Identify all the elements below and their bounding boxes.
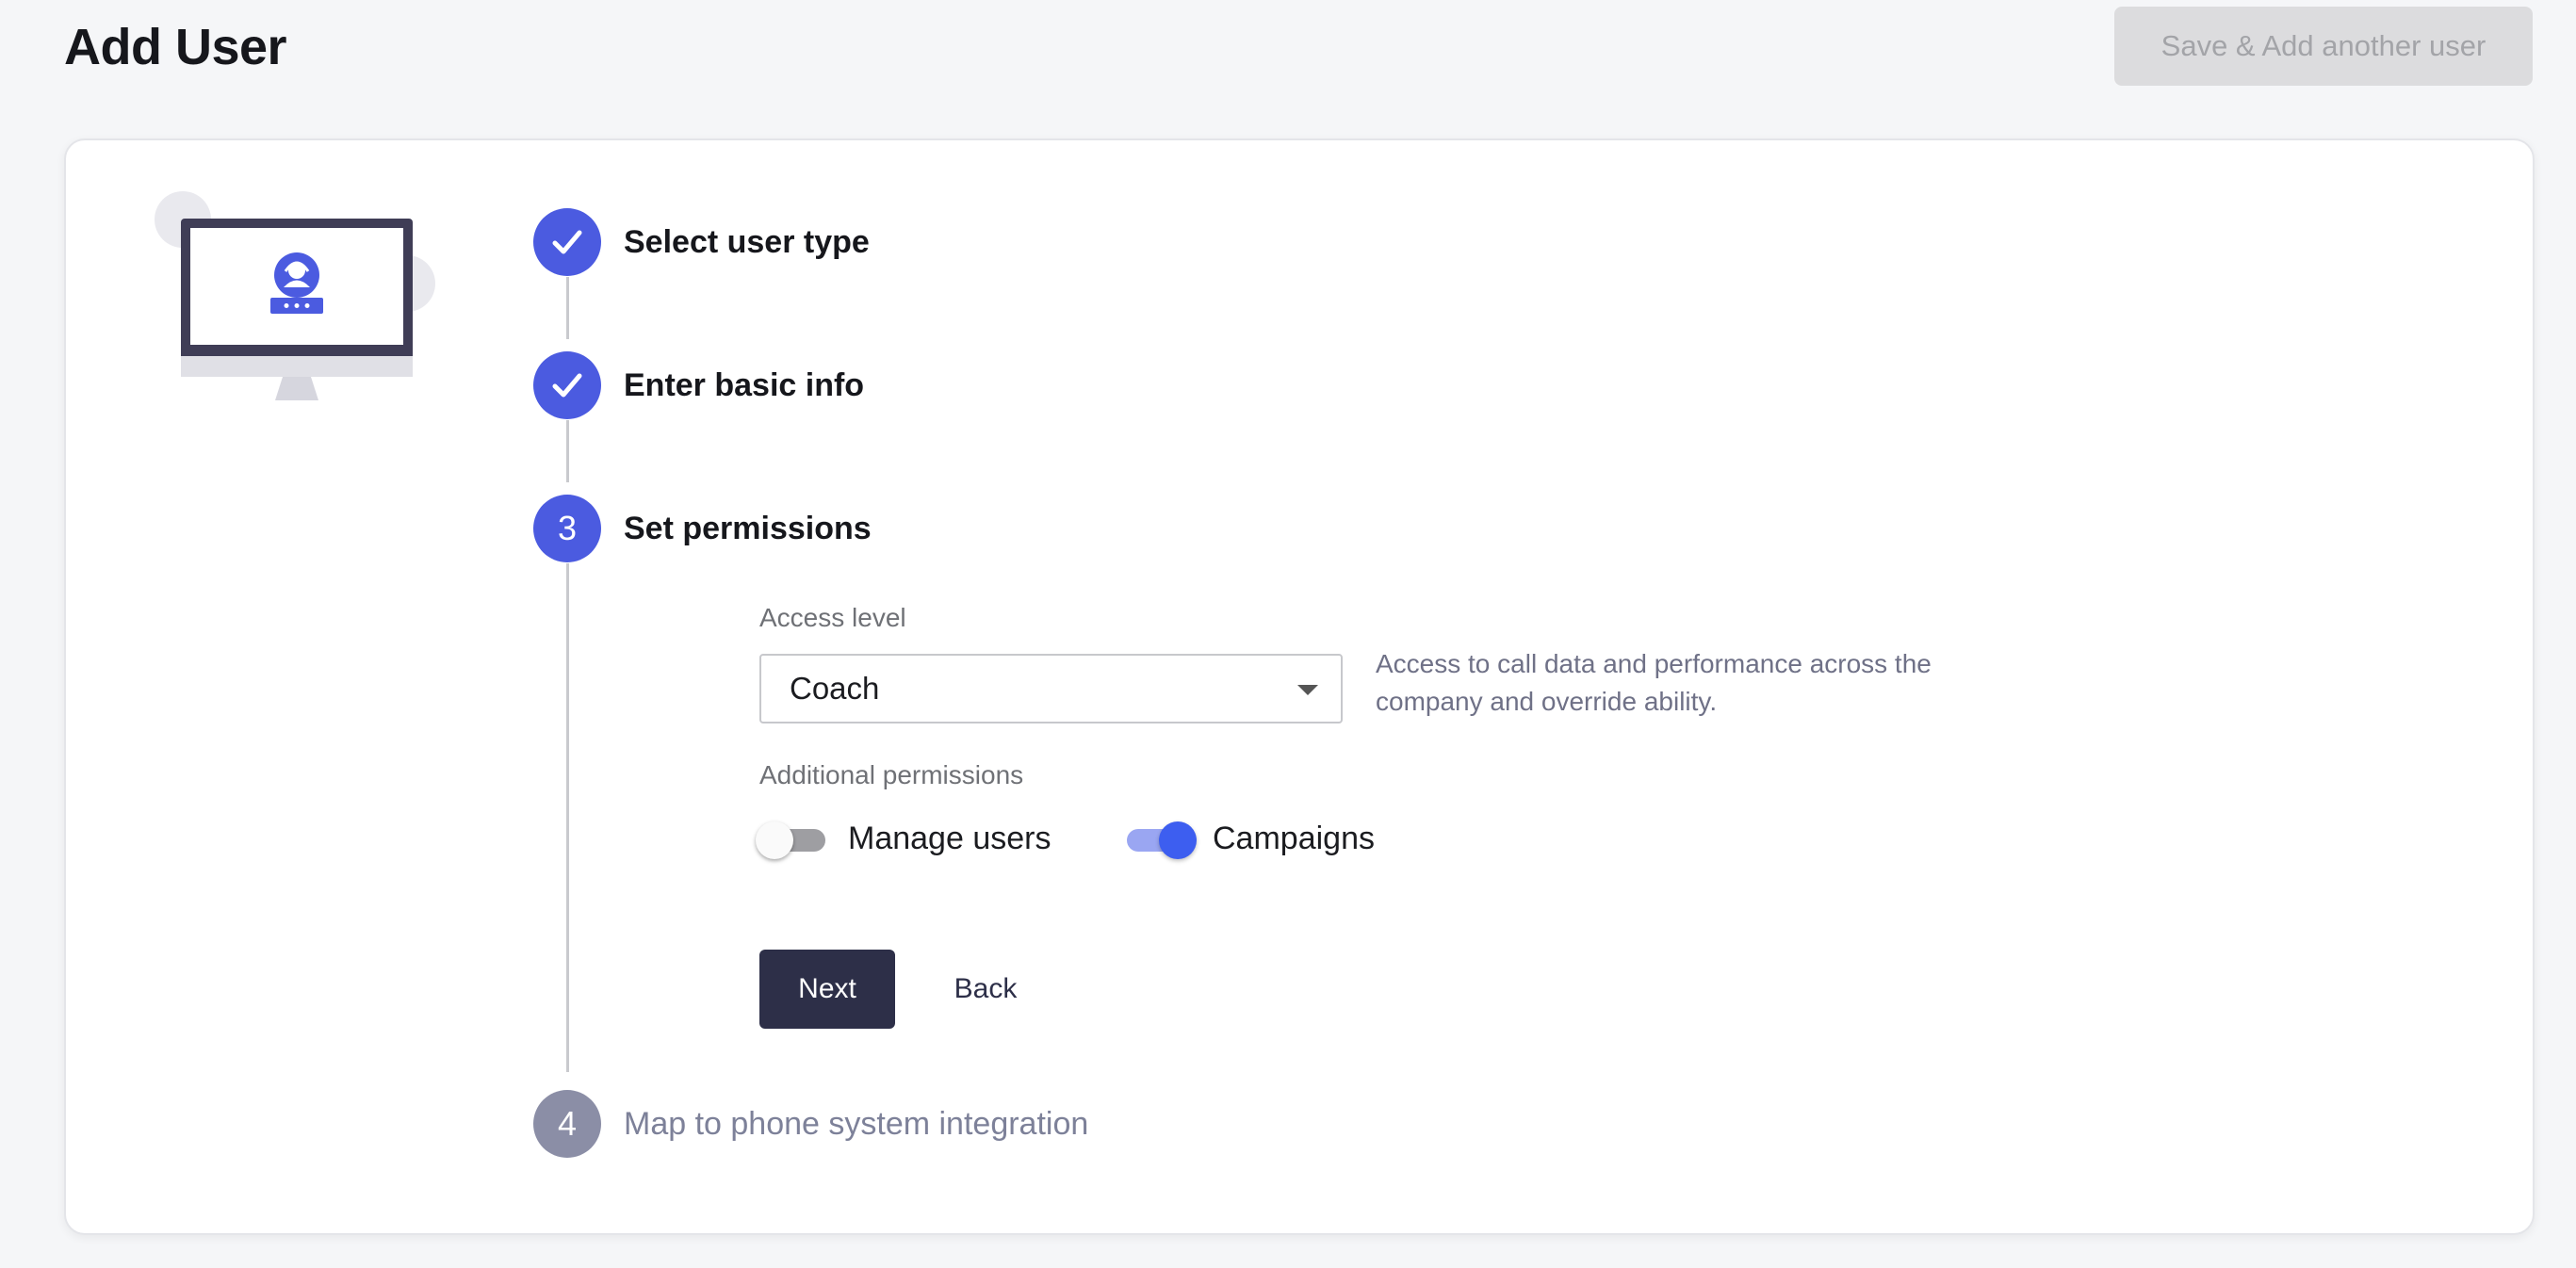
page-title: Add User [64, 19, 287, 75]
step-4-label: Map to phone system integration [624, 1106, 1089, 1142]
step-connector [566, 420, 569, 482]
step-3-label: Set permissions [624, 511, 872, 546]
step-connector [566, 563, 569, 1072]
computer-agent-icon [155, 191, 435, 400]
toggle-knob [1159, 821, 1197, 859]
step-2-indicator [533, 351, 601, 419]
step-4-indicator: 4 [533, 1090, 601, 1158]
campaigns-label: Campaigns [1213, 821, 1375, 856]
campaigns-toggle[interactable] [1123, 821, 1197, 859]
check-icon [552, 230, 582, 254]
access-level-select[interactable]: Coach [759, 654, 1343, 723]
step-1-label: Select user type [624, 224, 870, 260]
caret-down-icon [1297, 685, 1318, 695]
step-3-indicator: 3 [533, 495, 601, 562]
save-and-add-another-button[interactable]: Save & Add another user [2114, 7, 2533, 86]
back-button[interactable]: Back [933, 950, 1038, 1029]
access-level-help: Access to call data and performance acro… [1376, 649, 1932, 716]
access-level-label: Access level [759, 603, 906, 632]
step-1-indicator [533, 208, 601, 276]
manage-users-toggle[interactable] [756, 821, 829, 859]
step-connector [566, 277, 569, 339]
additional-permissions-label: Additional permissions [759, 760, 1024, 789]
check-icon [552, 373, 582, 398]
toggle-knob [756, 821, 793, 859]
next-button[interactable]: Next [759, 950, 895, 1029]
step-2-label: Enter basic info [624, 367, 865, 403]
manage-users-label: Manage users [848, 821, 1052, 856]
access-level-value: Coach [790, 671, 880, 706]
